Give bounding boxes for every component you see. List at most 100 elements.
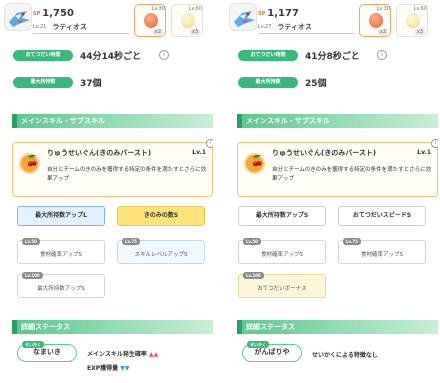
candy-slot-1[interactable]: Lv.30 x2	[134, 4, 166, 37]
section-title: メインスキル・サブスキル	[246, 117, 330, 125]
effect-label: メインスキル発生確率	[87, 351, 147, 358]
subskill-button[interactable]: 最大所持数アップL	[17, 206, 105, 226]
berry-burst-icon: 🍒	[19, 153, 40, 174]
nature-tag: せいかく	[22, 341, 44, 348]
subskill-locked[interactable]: Lv.50 食材確率アップS	[17, 238, 105, 264]
main-skill-card[interactable]: i 🍒 りゅうせいぐん(きのみバースト) Lv.1 自分とチームのきのみを獲得す…	[237, 139, 438, 197]
skill-name: りゅうせいぐん(きのみバースト)	[47, 149, 152, 157]
latios-icon[interactable]	[229, 3, 257, 31]
candy-count: x3	[189, 29, 200, 35]
effect-label: EXP獲得量	[87, 365, 119, 372]
info-icon[interactable]: i	[377, 50, 387, 60]
lock-level-badge: Lv.100	[22, 272, 43, 279]
egg-candy-icon	[406, 13, 420, 28]
skill-level: Lv.1	[417, 149, 431, 156]
subskill-label: きのみの数S	[143, 212, 179, 219]
nature-effect-down: EXP獲得量 ▼▼	[87, 363, 129, 372]
pokemon-name: ラティオス	[52, 23, 87, 31]
section-header-skills: メインスキル・サブスキル	[12, 114, 213, 128]
pokemon-name: ラティオス	[277, 23, 312, 31]
pokemon-level: Lv.21	[33, 24, 47, 30]
candy-icon	[369, 13, 383, 28]
candy-level: Lv.60	[188, 6, 202, 12]
subskill-label: 食材確率アップS	[261, 252, 303, 258]
subskill-label: 食材確率アップS	[40, 252, 82, 258]
subskill-locked[interactable]: Lv.75 食材確率アップS	[338, 238, 426, 264]
help-time-label: おてつだい時間	[13, 50, 73, 61]
subskill-label: 食材確率アップS	[361, 252, 403, 258]
max-carry-row: 最大所持数 25個	[233, 74, 438, 92]
nature-badge[interactable]: せいかく がんばりや	[242, 341, 302, 362]
candy-slot-1[interactable]: Lv.30 x2	[359, 4, 391, 37]
down-arrows-icon: ▼▼	[120, 365, 130, 372]
skill-description: 自分とチームのきのみを獲得する特定の条件を満たすとさらに効果アップ	[272, 167, 432, 182]
nature-effect-none: せいかくによる特徴なし	[312, 350, 378, 359]
subskill-button[interactable]: おてつだいスピードS	[338, 206, 426, 226]
sp-value: 1,177	[267, 8, 299, 19]
nature-name: なまいき	[33, 348, 61, 356]
subskill-label: おてつだいスピードS	[352, 212, 412, 219]
max-carry-label: 最大所持数	[238, 77, 298, 88]
subskill-locked[interactable]: Lv.75 スキルレベルアップS	[117, 238, 205, 264]
skill-description: 自分とチームのきのみを獲得する特定の条件を満たすとさらに効果アップ	[47, 167, 207, 182]
max-carry-value: 37個	[80, 79, 102, 89]
nature-badge[interactable]: せいかく なまいき	[17, 341, 77, 362]
name-box: SP 1,177 Lv.27 ラティオス	[258, 6, 354, 34]
max-carry-row: 最大所持数 37個	[8, 74, 213, 92]
candy-level: Lv.30	[151, 6, 165, 12]
latios-icon[interactable]	[4, 3, 32, 31]
main-skill-card[interactable]: i 🍒 りゅうせいぐん(きのみバースト) Lv.1 自分とチームのきのみを獲得す…	[12, 139, 213, 197]
help-time-value: 41分8秒ごと	[305, 52, 360, 62]
candy-count: x2	[377, 29, 388, 35]
help-time-row: おてつだい時間 41分8秒ごと i	[233, 47, 438, 65]
candy-level: Lv.60	[413, 6, 427, 12]
name-underline	[258, 33, 354, 34]
pokemon-panel-right: SP 1,177 Lv.27 ラティオス Lv.30 x2 Lv.60 x3 お…	[228, 0, 438, 383]
subskill-button[interactable]: 最大所持数アップS	[238, 206, 326, 226]
subskill-locked[interactable]: Lv.100 最大所持数アップS	[17, 272, 105, 298]
subskill-label: 最大所持数アップS	[37, 286, 85, 292]
lock-level-badge: Lv.100	[243, 272, 264, 279]
section-header-skills: メインスキル・サブスキル	[237, 114, 438, 128]
candy-slot-2[interactable]: Lv.60 x3	[396, 4, 428, 37]
subskill-locked[interactable]: Lv.50 食材確率アップS	[238, 238, 326, 264]
name-box: SP 1,750 Lv.21 ラティオス	[33, 6, 129, 34]
nature-name: がんばりや	[254, 348, 290, 356]
nature-tag: せいかく	[247, 341, 269, 348]
up-arrows-icon: ▲▲	[148, 351, 159, 358]
lock-level-badge: Lv.50	[22, 238, 40, 245]
section-header-detail: 詳細ステータス	[237, 320, 438, 334]
candy-icon	[144, 13, 158, 28]
sp-value: 1,750	[42, 8, 74, 19]
max-carry-label: 最大所持数	[13, 77, 73, 88]
candy-count: x2	[152, 29, 163, 35]
help-time-label: おてつだい時間	[238, 50, 298, 61]
subskill-label: スキルレベルアップS	[134, 252, 188, 258]
subskill-label: 最大所持数アップS	[255, 212, 309, 219]
effect-label: せいかくによる特徴なし	[312, 352, 378, 359]
candy-level: Lv.30	[376, 6, 390, 12]
pokemon-header: SP 1,750 Lv.21 ラティオス Lv.30 x2 Lv.60 x3	[3, 2, 213, 38]
info-icon[interactable]: i	[159, 50, 169, 60]
lock-level-badge: Lv.75	[343, 238, 361, 245]
lock-level-badge: Lv.50	[243, 238, 261, 245]
info-icon[interactable]: i	[431, 139, 438, 148]
info-icon[interactable]: i	[206, 139, 213, 148]
subskill-locked[interactable]: Lv.100 おてつだいボーナス	[238, 272, 326, 298]
section-title: メインスキル・サブスキル	[21, 117, 105, 125]
candy-slot-2[interactable]: Lv.60 x3	[171, 4, 203, 37]
help-time-row: おてつだい時間 44分14秒ごと i	[8, 47, 213, 65]
subskill-label: 最大所持数アップL	[35, 212, 87, 219]
pokemon-header: SP 1,177 Lv.27 ラティオス Lv.30 x2 Lv.60 x3	[228, 2, 438, 38]
help-time-value: 44分14秒ごと	[80, 52, 142, 62]
subskill-label: おてつだいボーナス	[257, 286, 307, 292]
pokemon-level: Lv.27	[258, 24, 272, 30]
skill-level: Lv.1	[192, 149, 206, 156]
name-underline	[33, 33, 129, 34]
lock-level-badge: Lv.75	[122, 238, 140, 245]
max-carry-value: 25個	[305, 79, 327, 89]
subskill-button[interactable]: きのみの数S	[117, 206, 205, 226]
section-title: 詳細ステータス	[246, 323, 295, 331]
skill-name: りゅうせいぐん(きのみバースト)	[272, 149, 377, 157]
section-title: 詳細ステータス	[21, 323, 70, 331]
